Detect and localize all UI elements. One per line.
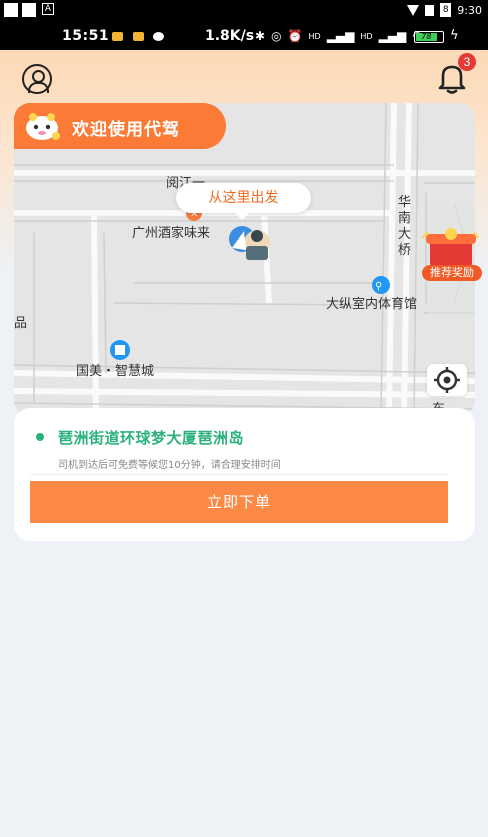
bluetooth-icon: ✱	[255, 29, 266, 43]
welcome-banner: 欢迎使用代驾	[14, 103, 226, 149]
waiting-notice: 司机到达后可免费等候您10分钟，请合理安排时间	[58, 460, 281, 471]
map-label-edge: 品	[14, 316, 28, 331]
phone-status-bar: 15:51 1.8K/s ✱ ◎ ⏰ HD ▂▄▆ HD ▂▄▆ ◠ 78 ϟ	[0, 22, 488, 50]
battery-icon: 8	[440, 3, 452, 17]
clock: 9:30	[457, 3, 482, 17]
map-label-stadium: 大纵室内体育馆	[326, 297, 418, 312]
svg-text:⚲: ⚲	[375, 281, 382, 292]
link-icon: ◎	[271, 29, 282, 43]
system-status-bar: A 8 9:30	[0, 0, 488, 22]
wechat-icon	[153, 32, 164, 41]
mascot-logo	[26, 113, 60, 140]
signal-bars-icon: ▂▄▆	[378, 29, 407, 43]
locate-button[interactable]	[427, 364, 467, 396]
map-label-restaurant: 广州酒家味来	[132, 226, 211, 241]
message-icon	[133, 32, 144, 41]
map-label-mall: 国美・智慧城	[76, 364, 155, 379]
user-icon[interactable]	[22, 64, 52, 94]
battery-indicator: 78	[414, 31, 444, 43]
mail-icon	[112, 32, 123, 41]
locate-icon	[434, 367, 460, 393]
start-location-bubble[interactable]: 从这里出发	[176, 183, 311, 220]
welcome-text: 欢迎使用代驾	[72, 120, 180, 140]
hd-signal-icon: HD	[308, 31, 321, 41]
reward-badge[interactable]: 推荐奖励	[422, 265, 482, 281]
notification-icon	[4, 3, 18, 17]
signal-icon	[425, 4, 435, 16]
notification-icon	[22, 3, 36, 17]
hd-signal-icon: HD	[360, 31, 373, 41]
start-address[interactable]: 琶洲街道环球梦大厦琶洲岛	[58, 427, 244, 448]
notification-badge: 3	[458, 53, 476, 71]
map-label-bridge: 桥	[398, 243, 412, 258]
divider	[30, 474, 448, 475]
alarm-icon: ⏰	[287, 29, 303, 43]
network-speed: 1.8K/s	[205, 28, 255, 44]
wifi-icon	[407, 4, 420, 16]
start-point-dot	[36, 433, 44, 441]
charging-icon: ϟ	[450, 28, 459, 43]
signal-bars-icon: ▂▄▆	[326, 29, 355, 43]
app-notification-icon: A	[42, 3, 54, 15]
status-time: 15:51	[62, 28, 110, 44]
order-now-button[interactable]: 立即下单	[30, 481, 448, 523]
